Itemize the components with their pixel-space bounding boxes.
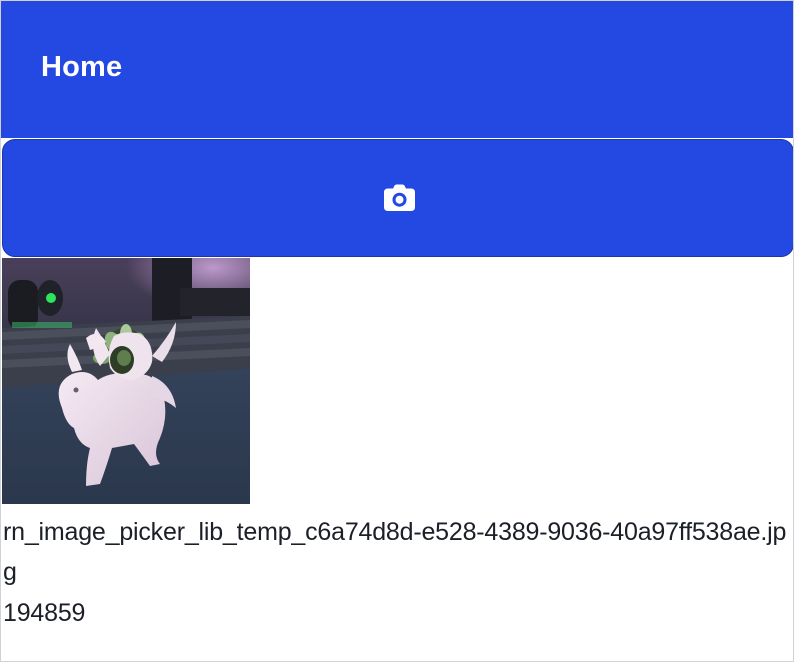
camera-icon [384, 184, 415, 211]
image-file-name: rn_image_picker_lib_temp_c6a74d8d-e528-4… [3, 518, 787, 586]
page-title: Home [41, 51, 123, 83]
camera-button[interactable] [2, 139, 793, 257]
app-screen: Home rn_image_picker_lib_temp_c6a74d8d-e… [0, 0, 794, 662]
selected-photo [2, 258, 250, 504]
image-file-size: 194859 [3, 599, 86, 627]
app-header: Home [1, 1, 793, 138]
